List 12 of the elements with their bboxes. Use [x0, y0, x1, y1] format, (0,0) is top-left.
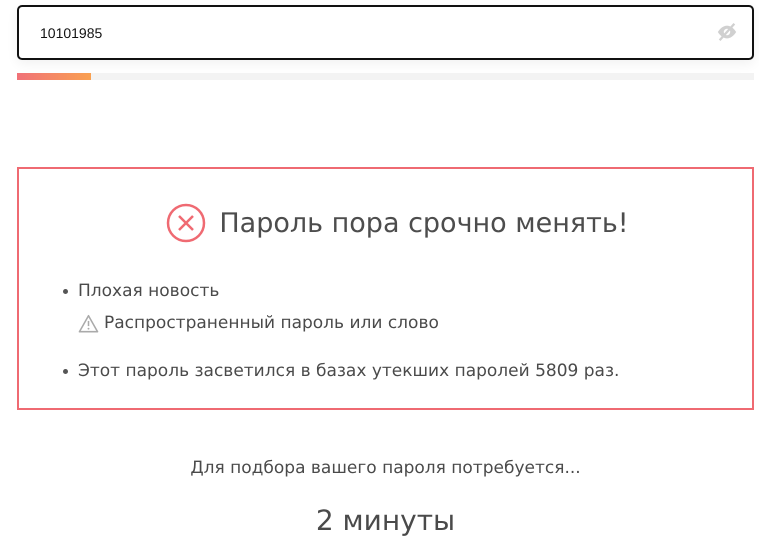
password-field[interactable]: 10101985: [17, 5, 754, 60]
bullet-icon: [63, 368, 68, 374]
crack-time-label: Для подбора вашего пароля потребуется...: [190, 458, 581, 478]
alert-message: Этот пароль засветился в базах утекших паролей 5809 раз.: [78, 361, 620, 381]
alert-title: Пароль пора срочно менять!: [219, 208, 629, 238]
eye-slash-icon[interactable]: [716, 21, 738, 43]
crack-time-value: 2 минуты: [316, 504, 456, 537]
warning-text: Распространенный пароль или слово: [104, 313, 439, 333]
alert-message: Плохая новость: [78, 281, 220, 301]
bullet-icon: [63, 288, 68, 294]
error-icon: [166, 203, 206, 243]
warning-icon: [78, 314, 99, 332]
